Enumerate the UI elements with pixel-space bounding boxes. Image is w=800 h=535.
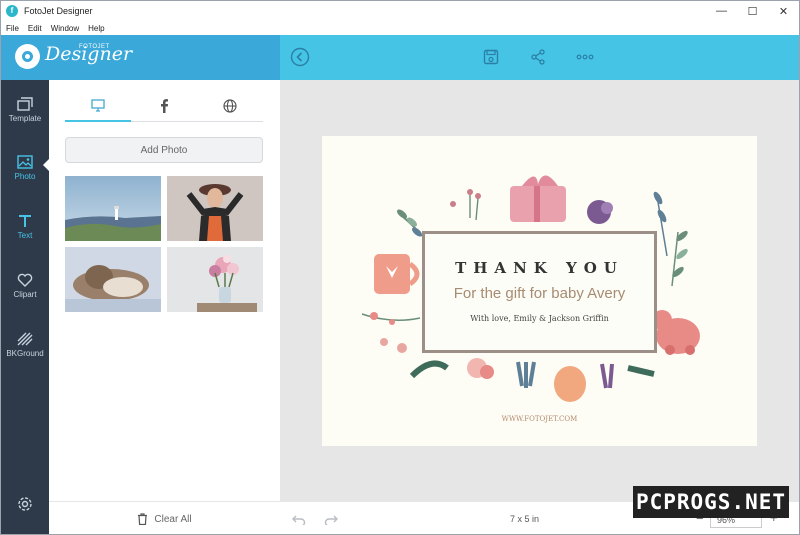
rail-label-template: Template: [8, 114, 42, 123]
back-arrow-icon[interactable]: [290, 47, 310, 67]
logo-icon: [15, 44, 40, 69]
maximize-button[interactable]: ☐: [737, 1, 768, 21]
app-window: f FotoJet Designer — ☐ ✕ File Edit Windo…: [0, 0, 800, 535]
computer-icon: [91, 98, 105, 112]
window-title: FotoJet Designer: [24, 6, 93, 16]
more-icon[interactable]: [575, 47, 595, 67]
design-card[interactable]: THANK YOU For the gift for baby Avery Wi…: [322, 136, 757, 446]
menu-help[interactable]: Help: [88, 24, 104, 33]
panel-tabs: [65, 90, 263, 122]
rail-label-photo: Photo: [14, 172, 36, 181]
menu-window[interactable]: Window: [51, 24, 79, 33]
logo-area: FOTOJET Designer: [1, 35, 280, 80]
rail-item-template[interactable]: Template: [1, 84, 49, 136]
logo-text: Designer: [45, 43, 133, 65]
card-subtitle[interactable]: For the gift for baby Avery: [425, 285, 654, 302]
top-toolbar: [280, 35, 799, 80]
save-icon[interactable]: [481, 47, 501, 67]
rail-item-bkground[interactable]: BKGround: [1, 319, 49, 371]
tab-facebook[interactable]: [131, 90, 197, 122]
photo-icon: [17, 155, 33, 169]
undo-icon[interactable]: [292, 513, 306, 525]
settings-button[interactable]: [1, 478, 49, 530]
redo-icon[interactable]: [324, 513, 338, 525]
globe-icon: [223, 99, 237, 113]
side-rail: Template Photo Text Clipart BKGround: [1, 80, 49, 534]
facebook-icon: [161, 99, 168, 113]
card-url[interactable]: WWW.FOTOJET.COM: [322, 415, 757, 423]
photo-thumbnail-cat[interactable]: [65, 247, 161, 312]
canvas-area: THANK YOU For the gift for baby Avery Wi…: [280, 80, 799, 501]
rail-item-text[interactable]: Text: [1, 201, 49, 253]
clear-all-label: Clear All: [154, 513, 192, 525]
photo-thumbnail-woman[interactable]: [167, 176, 263, 241]
trash-icon: [138, 513, 148, 525]
close-button[interactable]: ✕: [768, 1, 799, 21]
canvas-size-label: 7 x 5 in: [510, 514, 540, 524]
tab-web[interactable]: [197, 90, 263, 122]
menu-bar: File Edit Window Help: [1, 21, 799, 35]
gear-icon: [18, 497, 32, 511]
rail-item-clipart[interactable]: Clipart: [1, 260, 49, 312]
text-icon: [19, 215, 31, 227]
rail-item-photo[interactable]: Photo: [1, 142, 49, 194]
share-icon[interactable]: [528, 47, 548, 67]
card-signature[interactable]: With love, Emily & Jackson Griffin: [425, 314, 654, 323]
minimize-button[interactable]: —: [706, 1, 737, 21]
rail-label-bkground: BKGround: [6, 349, 44, 358]
background-icon: [17, 332, 33, 346]
card-text-frame[interactable]: THANK YOU For the gift for baby Avery Wi…: [422, 231, 657, 353]
clear-all-button[interactable]: Clear All: [49, 501, 280, 534]
tab-computer[interactable]: [65, 90, 131, 122]
photo-panel: Add Photo Clear All: [49, 80, 280, 534]
card-title[interactable]: THANK YOU: [425, 259, 654, 277]
photo-thumbnail-lighthouse[interactable]: [65, 176, 161, 241]
title-bar: f FotoJet Designer — ☐ ✕: [1, 1, 799, 21]
menu-file[interactable]: File: [6, 24, 19, 33]
watermark: PCPROGS.NET: [633, 486, 789, 518]
heart-icon: [17, 273, 33, 287]
menu-edit[interactable]: Edit: [28, 24, 42, 33]
photo-thumbnail-flowers[interactable]: [167, 247, 263, 312]
add-photo-button[interactable]: Add Photo: [65, 137, 263, 163]
window-controls: — ☐ ✕: [706, 1, 799, 21]
app-icon: f: [6, 5, 18, 17]
rail-label-clipart: Clipart: [13, 290, 37, 299]
rail-label-text: Text: [17, 231, 33, 240]
template-icon: [17, 97, 33, 111]
